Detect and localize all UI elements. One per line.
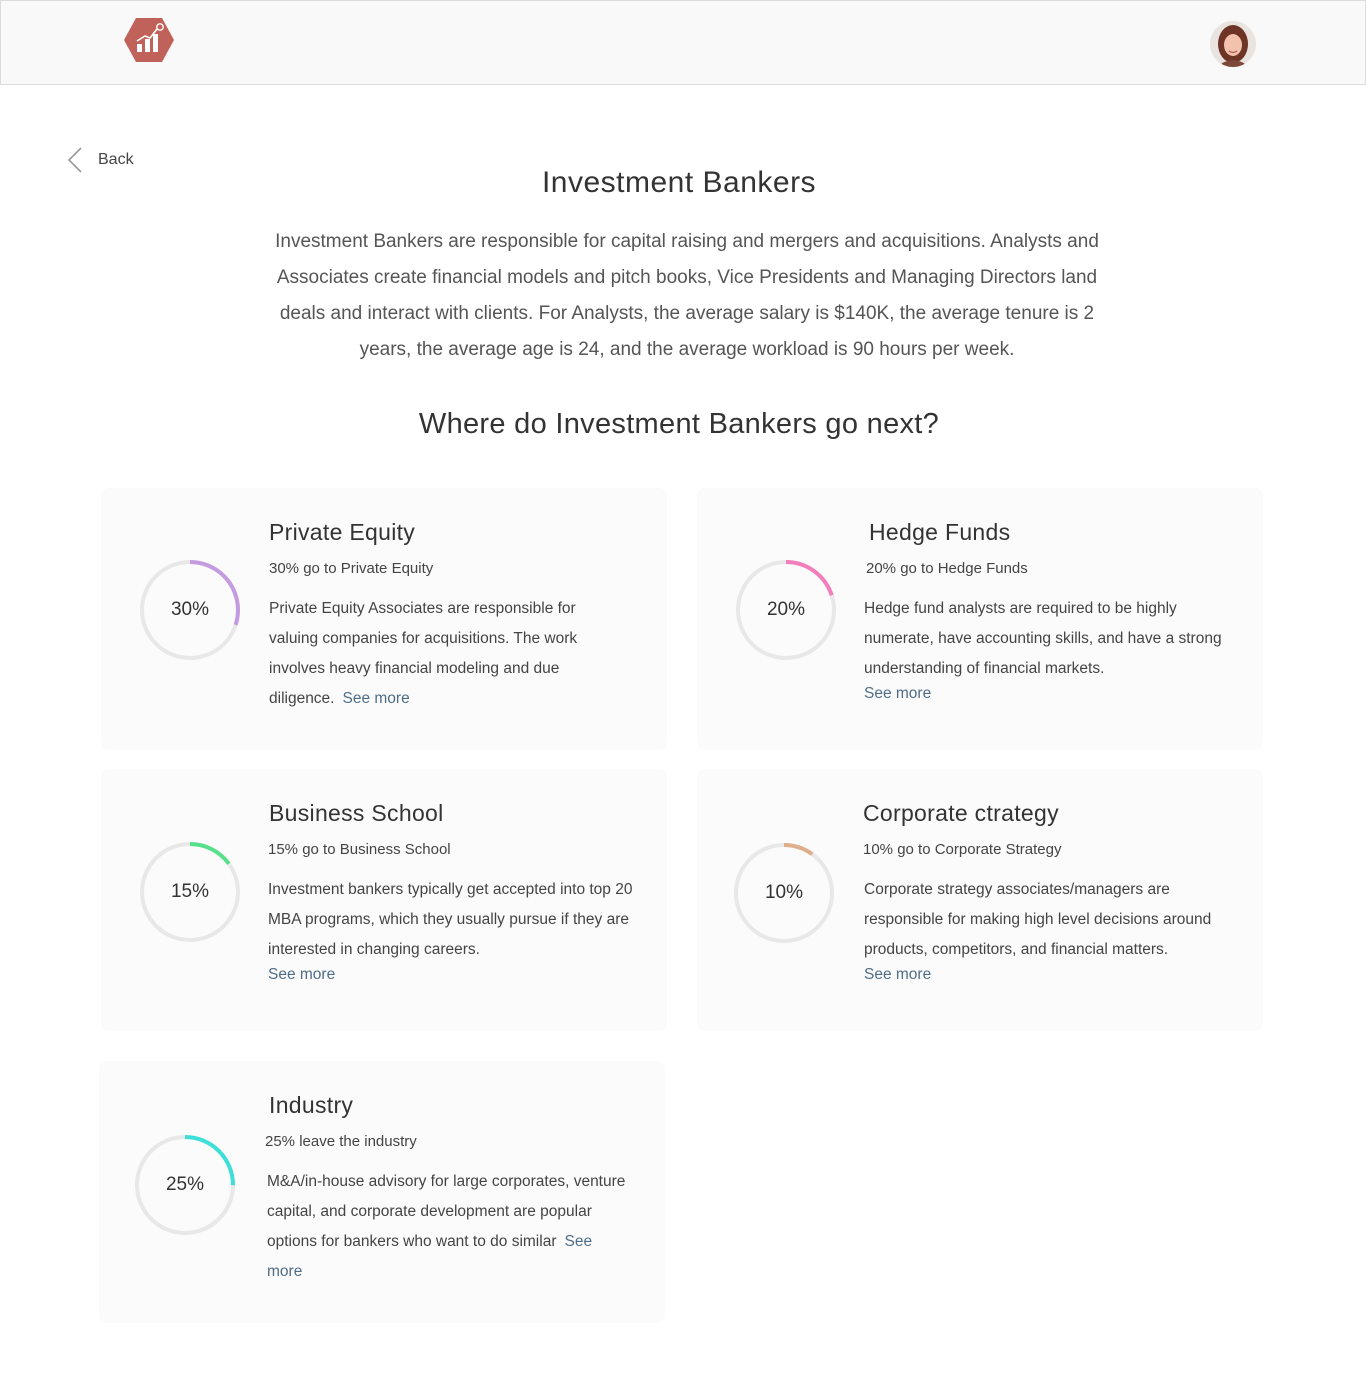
career-card-industry: 25% Industry 25% leave the industry M&A/…	[99, 1061, 665, 1323]
card-title: Private Equity	[269, 519, 416, 545]
top-header	[0, 0, 1366, 85]
user-avatar[interactable]	[1210, 21, 1256, 67]
see-more-link[interactable]: See more	[864, 965, 1244, 985]
career-card-private-equity: 30% Private Equity 30% go to Private Equ…	[101, 488, 667, 750]
career-card-hedge-funds: 20% Hedge Funds 20% go to Hedge Funds He…	[697, 488, 1263, 750]
percent-label: 20%	[766, 599, 806, 620]
description-text: Corporate strategy associates/managers a…	[864, 881, 1212, 958]
description-text: Hedge fund analysts are required to be h…	[864, 600, 1222, 677]
card-title: Hedge Funds	[869, 519, 1011, 545]
percent-ring: 25%	[134, 1134, 236, 1236]
percent-ring: 10%	[733, 842, 835, 944]
card-description: Investment bankers typically get accepte…	[268, 875, 648, 985]
card-subtitle: 25% leave the industry	[265, 1133, 417, 1150]
card-description: M&A/in-house advisory for large corporat…	[267, 1167, 629, 1287]
see-more-link[interactable]: See more	[864, 684, 1226, 704]
career-card-business-school: 15% Business School 15% go to Business S…	[101, 769, 667, 1031]
see-more-link[interactable]: See more	[268, 965, 648, 985]
logo-icon[interactable]	[123, 17, 175, 63]
card-subtitle: 20% go to Hedge Funds	[866, 560, 1028, 577]
career-card-corporate-strategy: 10% Corporate ctrategy 10% go to Corpora…	[697, 769, 1263, 1031]
description-text: Private Equity Associates are responsibl…	[269, 600, 578, 707]
card-title: Industry	[269, 1092, 354, 1118]
percent-label: 15%	[170, 881, 210, 902]
percent-ring: 15%	[139, 841, 241, 943]
percent-label: 10%	[764, 882, 804, 903]
card-description: Hedge fund analysts are required to be h…	[864, 594, 1226, 704]
percent-ring: 30%	[139, 559, 241, 661]
intro-paragraph: Investment Bankers are responsible for c…	[275, 231, 1099, 360]
card-description: Private Equity Associates are responsibl…	[269, 594, 619, 714]
page-title: Investment Bankers	[541, 166, 817, 199]
card-description: Corporate strategy associates/managers a…	[864, 875, 1244, 985]
percent-label: 30%	[170, 599, 210, 620]
card-subtitle: 30% go to Private Equity	[269, 560, 434, 577]
section-title: Where do Investment Bankers go next?	[418, 408, 940, 440]
percent-ring: 20%	[735, 559, 837, 661]
card-title: Corporate ctrategy	[863, 800, 1059, 826]
description-text: Investment bankers typically get accepte…	[268, 881, 633, 958]
card-subtitle: 15% go to Business School	[268, 841, 451, 858]
card-title: Business School	[269, 800, 444, 826]
percent-label: 25%	[165, 1174, 205, 1195]
card-subtitle: 10% go to Corporate Strategy	[863, 841, 1062, 858]
see-more-link[interactable]: See more	[343, 690, 410, 707]
